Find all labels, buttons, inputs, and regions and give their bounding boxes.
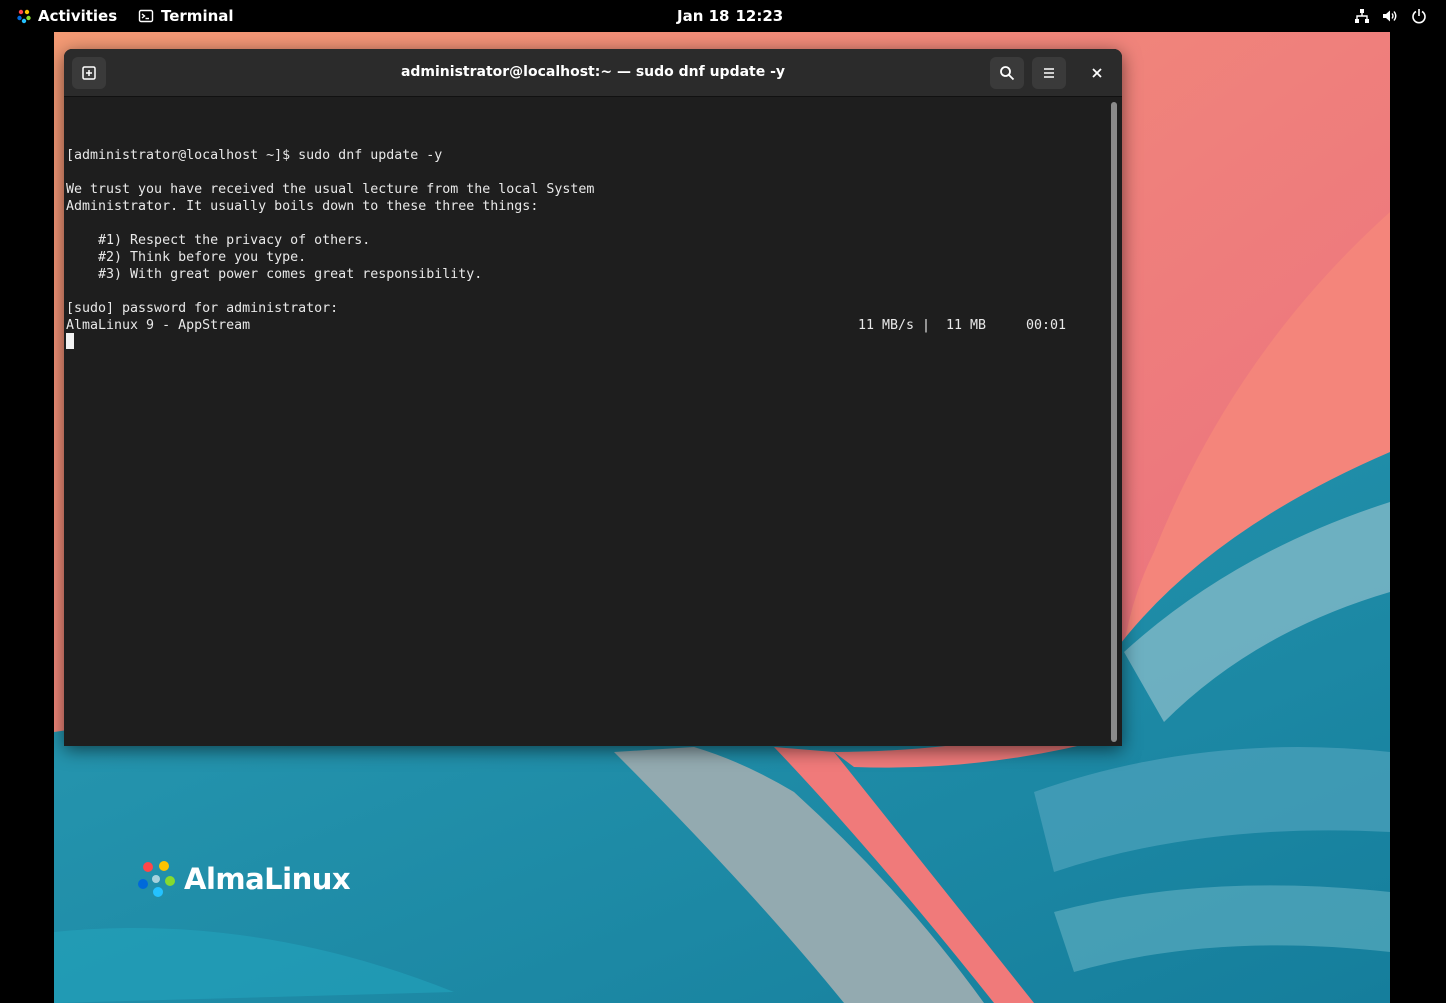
app-menu-terminal[interactable]: Terminal	[138, 0, 234, 32]
terminal-line: #3) With great power comes great respons…	[66, 267, 483, 282]
activities-button[interactable]: Activities	[16, 0, 117, 32]
almalinux-logo-icon	[138, 861, 175, 897]
scrollbar-thumb[interactable]	[1111, 102, 1117, 742]
terminal-line: #1) Respect the privacy of others.	[66, 233, 371, 248]
terminal-output[interactable]: [administrator@localhost ~]$ sudo dnf up…	[64, 97, 1108, 746]
terminal-line: We trust you have received the usual lec…	[66, 182, 595, 197]
terminal-line: Administrator. It usually boils down to …	[66, 199, 539, 214]
almalinux-logo-icon	[17, 9, 31, 24]
almalinux-brand: AlmaLinux	[134, 856, 351, 902]
hamburger-menu-icon	[1044, 68, 1054, 78]
terminal-line: AlmaLinux 9 - AppStream	[66, 318, 251, 333]
search-button[interactable]	[990, 57, 1024, 89]
close-button[interactable]	[1080, 57, 1114, 89]
screen: Activities Terminal Jan 18 12:23 AlmaLin…	[0, 0, 1446, 1003]
clock-time: 12:23	[735, 7, 784, 25]
right-black-border	[1390, 32, 1446, 1003]
search-icon	[1000, 66, 1015, 81]
terminal-cursor	[66, 333, 74, 349]
top-bar: Activities Terminal Jan 18 12:23	[0, 0, 1446, 32]
system-tray[interactable]	[1346, 0, 1446, 32]
terminal-window[interactable]: administrator@localhost:~ — sudo dnf upd…	[64, 49, 1122, 746]
clock-date: Jan 18	[677, 7, 730, 25]
window-headerbar[interactable]: administrator@localhost:~ — sudo dnf upd…	[64, 49, 1122, 97]
brand-name: AlmaLinux	[184, 862, 351, 896]
activities-label: Activities	[38, 7, 118, 25]
download-elapsed: 00:01	[1026, 318, 1067, 333]
terminal-line: [administrator@localhost ~]$ sudo dnf up…	[66, 148, 443, 163]
new-tab-icon	[82, 66, 96, 80]
new-tab-button[interactable]	[72, 57, 106, 89]
power-icon	[1412, 9, 1426, 24]
terminal-line: #2) Think before you type.	[66, 250, 307, 265]
main-menu-button[interactable]	[1032, 57, 1066, 89]
download-size: 11 MB	[946, 318, 987, 333]
network-icon	[1355, 9, 1369, 23]
download-speed: 11 MB/s |	[858, 318, 931, 333]
terminal-icon	[138, 9, 154, 23]
volume-icon	[1383, 10, 1397, 22]
app-menu-label: Terminal	[161, 7, 234, 25]
window-title: administrator@localhost:~ — sudo dnf upd…	[400, 64, 786, 80]
left-black-border	[0, 32, 54, 1003]
close-icon	[1092, 68, 1102, 78]
clock-button[interactable]: Jan 18 12:23	[677, 0, 783, 32]
terminal-line: [sudo] password for administrator:	[66, 301, 339, 316]
